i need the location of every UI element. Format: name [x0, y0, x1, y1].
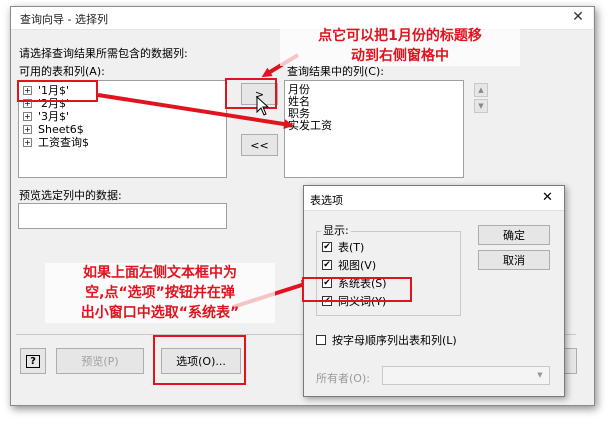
display-option-checkbox[interactable]: ✔	[322, 260, 332, 270]
display-option-row[interactable]: ✔ 表(T)	[322, 238, 387, 256]
table-options-dialog: 表选项 ✕ 显示: ✔ 表(T) ✔ 视图(V) ✔ 系统表(S) ✔ 同义词(Y) 确定 取…	[302, 185, 565, 397]
owner-label: 所有者(O):	[316, 372, 370, 385]
cancel-button[interactable]: 取消	[478, 250, 550, 270]
annotation-top-line1: 点它可以把1月份的标题移	[318, 28, 482, 44]
annotation-top: 点它可以把1月份的标题移 动到右侧窗格中	[280, 26, 520, 66]
mouse-cursor-icon	[256, 96, 270, 116]
annotation-bottom: 如果上面左侧文本框中为 空,点“选项”按钮并在弹 出小窗口中选取“系统表”	[45, 263, 275, 323]
annotation-bottom-line2: 空,点“选项”按钮并在弹	[85, 285, 235, 301]
sort-alpha-row[interactable]: 按字母顺序列出表和列(L)	[316, 332, 457, 348]
display-option-checkbox[interactable]: ✔	[322, 242, 332, 252]
ok-button[interactable]: 确定	[478, 225, 550, 245]
display-option-row[interactable]: ✔ 视图(V)	[322, 256, 387, 274]
display-option-label: 视图(V)	[338, 259, 377, 272]
annotation-bottom-line1: 如果上面左侧文本框中为	[83, 265, 237, 281]
display-option-label: 表(T)	[338, 241, 365, 254]
sort-alpha-label: 按字母顺序列出表和列(L)	[332, 334, 457, 347]
sort-alpha-checkbox[interactable]	[316, 335, 326, 345]
display-label: 显示:	[321, 222, 351, 238]
owner-dropdown[interactable]: ▼	[382, 366, 550, 385]
chevron-down-icon[interactable]: ▼	[533, 369, 547, 382]
table-options-title: 表选项	[310, 194, 343, 207]
table-options-close-icon[interactable]: ✕	[542, 190, 553, 205]
annotation-top-line2: 动到右侧窗格中	[351, 48, 449, 64]
annotation-bottom-line3: 出小窗口中选取“系统表”	[80, 305, 240, 321]
table-options-titlebar	[304, 186, 564, 211]
highlight-system-table	[302, 277, 412, 302]
